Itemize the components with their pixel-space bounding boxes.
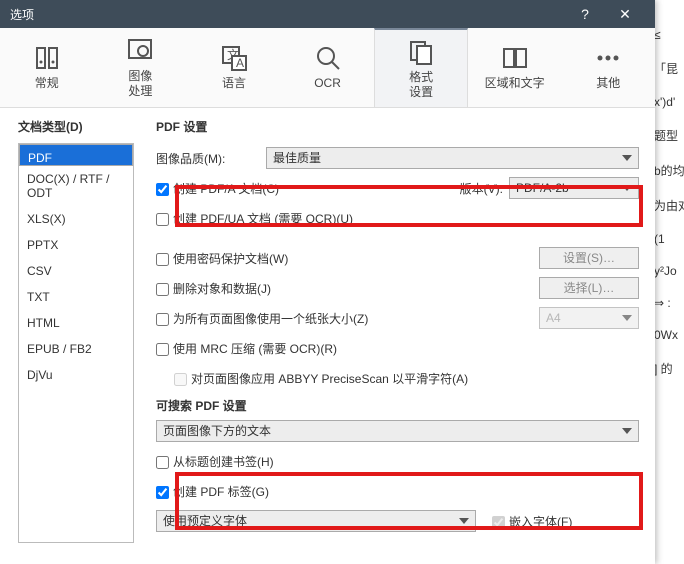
embed-fonts-checkbox: 嵌入字体(F) <box>492 513 572 530</box>
doc-type-list[interactable]: PDF DOC(X) / RTF / ODT XLS(X) PPTX CSV T… <box>18 143 134 543</box>
delete-objects-checkbox[interactable]: 删除对象和数据(J) <box>156 280 271 297</box>
tab-general[interactable]: 常规 <box>0 28 94 107</box>
sidebar: 文档类型(D) PDF DOC(X) / RTF / ODT XLS(X) PP… <box>0 108 144 564</box>
tab-image-processing[interactable]: 图像 处理 <box>94 28 188 107</box>
mrc-checkbox[interactable]: 使用 MRC 压缩 (需要 OCR)(R) <box>156 340 337 357</box>
list-item[interactable]: XLS(X) <box>19 206 133 232</box>
dialog-title: 选项 <box>10 6 565 23</box>
list-item[interactable]: DjVu <box>19 362 133 388</box>
tab-label: 常规 <box>35 76 59 90</box>
version-select[interactable]: PDF/A-2b <box>509 177 639 199</box>
tags-checkbox[interactable]: 创建 PDF 标签(G) <box>156 483 269 500</box>
tab-label: 其他 <box>596 76 620 90</box>
list-item[interactable]: CSV <box>19 258 133 284</box>
paper-size-select: A4 <box>539 307 639 329</box>
searchable-pdf-header: 可搜索 PDF 设置 <box>156 397 639 414</box>
list-item[interactable]: TXT <box>19 284 133 310</box>
image-icon <box>126 37 154 65</box>
tab-ocr[interactable]: OCR <box>281 28 375 107</box>
pdfa-checkbox[interactable]: 创建 PDF/A 文档(C) <box>156 180 279 197</box>
list-item[interactable]: EPUB / FB2 <box>19 336 133 362</box>
tab-label: 图像 处理 <box>128 69 152 98</box>
font-select[interactable]: 使用预定义字体 <box>156 510 476 532</box>
password-checkbox[interactable]: 使用密码保护文档(W) <box>156 250 288 267</box>
searchable-mode-select[interactable]: 页面图像下方的文本 <box>156 420 639 442</box>
other-icon <box>594 44 622 72</box>
doc-type-header: 文档类型(D) <box>18 118 144 135</box>
titlebar: 选项 ? ✕ <box>0 0 655 28</box>
areas-icon <box>501 44 529 72</box>
ocr-icon <box>314 44 342 72</box>
tab-label: OCR <box>314 76 341 90</box>
options-dialog: 选项 ? ✕ 常规 图像 处理 文A语言 OCR 格式 设置 区域和文字 其他 … <box>0 0 655 564</box>
quality-select[interactable]: 最佳质量 <box>266 147 639 169</box>
language-icon: 文A <box>220 44 248 72</box>
tab-areas-text[interactable]: 区域和文字 <box>468 28 562 107</box>
paper-size-checkbox[interactable]: 为所有页面图像使用一个纸张大小(Z) <box>156 310 368 327</box>
settings-panel: PDF 设置 图像品质(M): 最佳质量 创建 PDF/A 文档(C) 版本(V… <box>144 108 655 564</box>
help-button[interactable]: ? <box>565 6 605 22</box>
pdfua-checkbox[interactable]: 创建 PDF/UA 文档 (需要 OCR)(U) <box>156 210 353 227</box>
delete-objects-select-button[interactable]: 选择(L)… <box>539 277 639 299</box>
list-item[interactable]: DOC(X) / RTF / ODT <box>19 166 133 206</box>
tab-label: 区域和文字 <box>485 76 545 90</box>
tab-language[interactable]: 文A 语言 <box>187 28 281 107</box>
pdf-settings-header: PDF 设置 <box>156 118 639 135</box>
category-tabs: 常规 图像 处理 文A 语言 OCR 格式 设置 区域和文字 其他 <box>0 28 655 108</box>
list-item[interactable]: PPTX <box>19 232 133 258</box>
close-button[interactable]: ✕ <box>605 6 645 23</box>
background-document: ≤「昆x')d'题型b的均为由对(1y²Jo⇒ :0Wx] 的 <box>654 0 684 564</box>
list-item[interactable]: HTML <box>19 310 133 336</box>
precisescan-checkbox: 对页面图像应用 ABBYY PreciseScan 以平滑字符(A) <box>174 370 468 387</box>
bookmarks-checkbox[interactable]: 从标题创建书签(H) <box>156 453 274 470</box>
format-icon <box>407 38 435 66</box>
list-item[interactable]: PDF <box>19 144 133 166</box>
tab-other[interactable]: 其他 <box>561 28 655 107</box>
tab-format-settings[interactable]: 格式 设置 <box>374 28 468 107</box>
tab-label: 格式 设置 <box>409 70 433 99</box>
password-settings-button[interactable]: 设置(S)… <box>539 247 639 269</box>
version-label: 版本(V): <box>460 180 503 197</box>
svg-text:A: A <box>236 56 244 70</box>
quality-label: 图像品质(M): <box>156 150 266 167</box>
tab-label: 语言 <box>222 76 246 90</box>
general-icon <box>33 44 61 72</box>
